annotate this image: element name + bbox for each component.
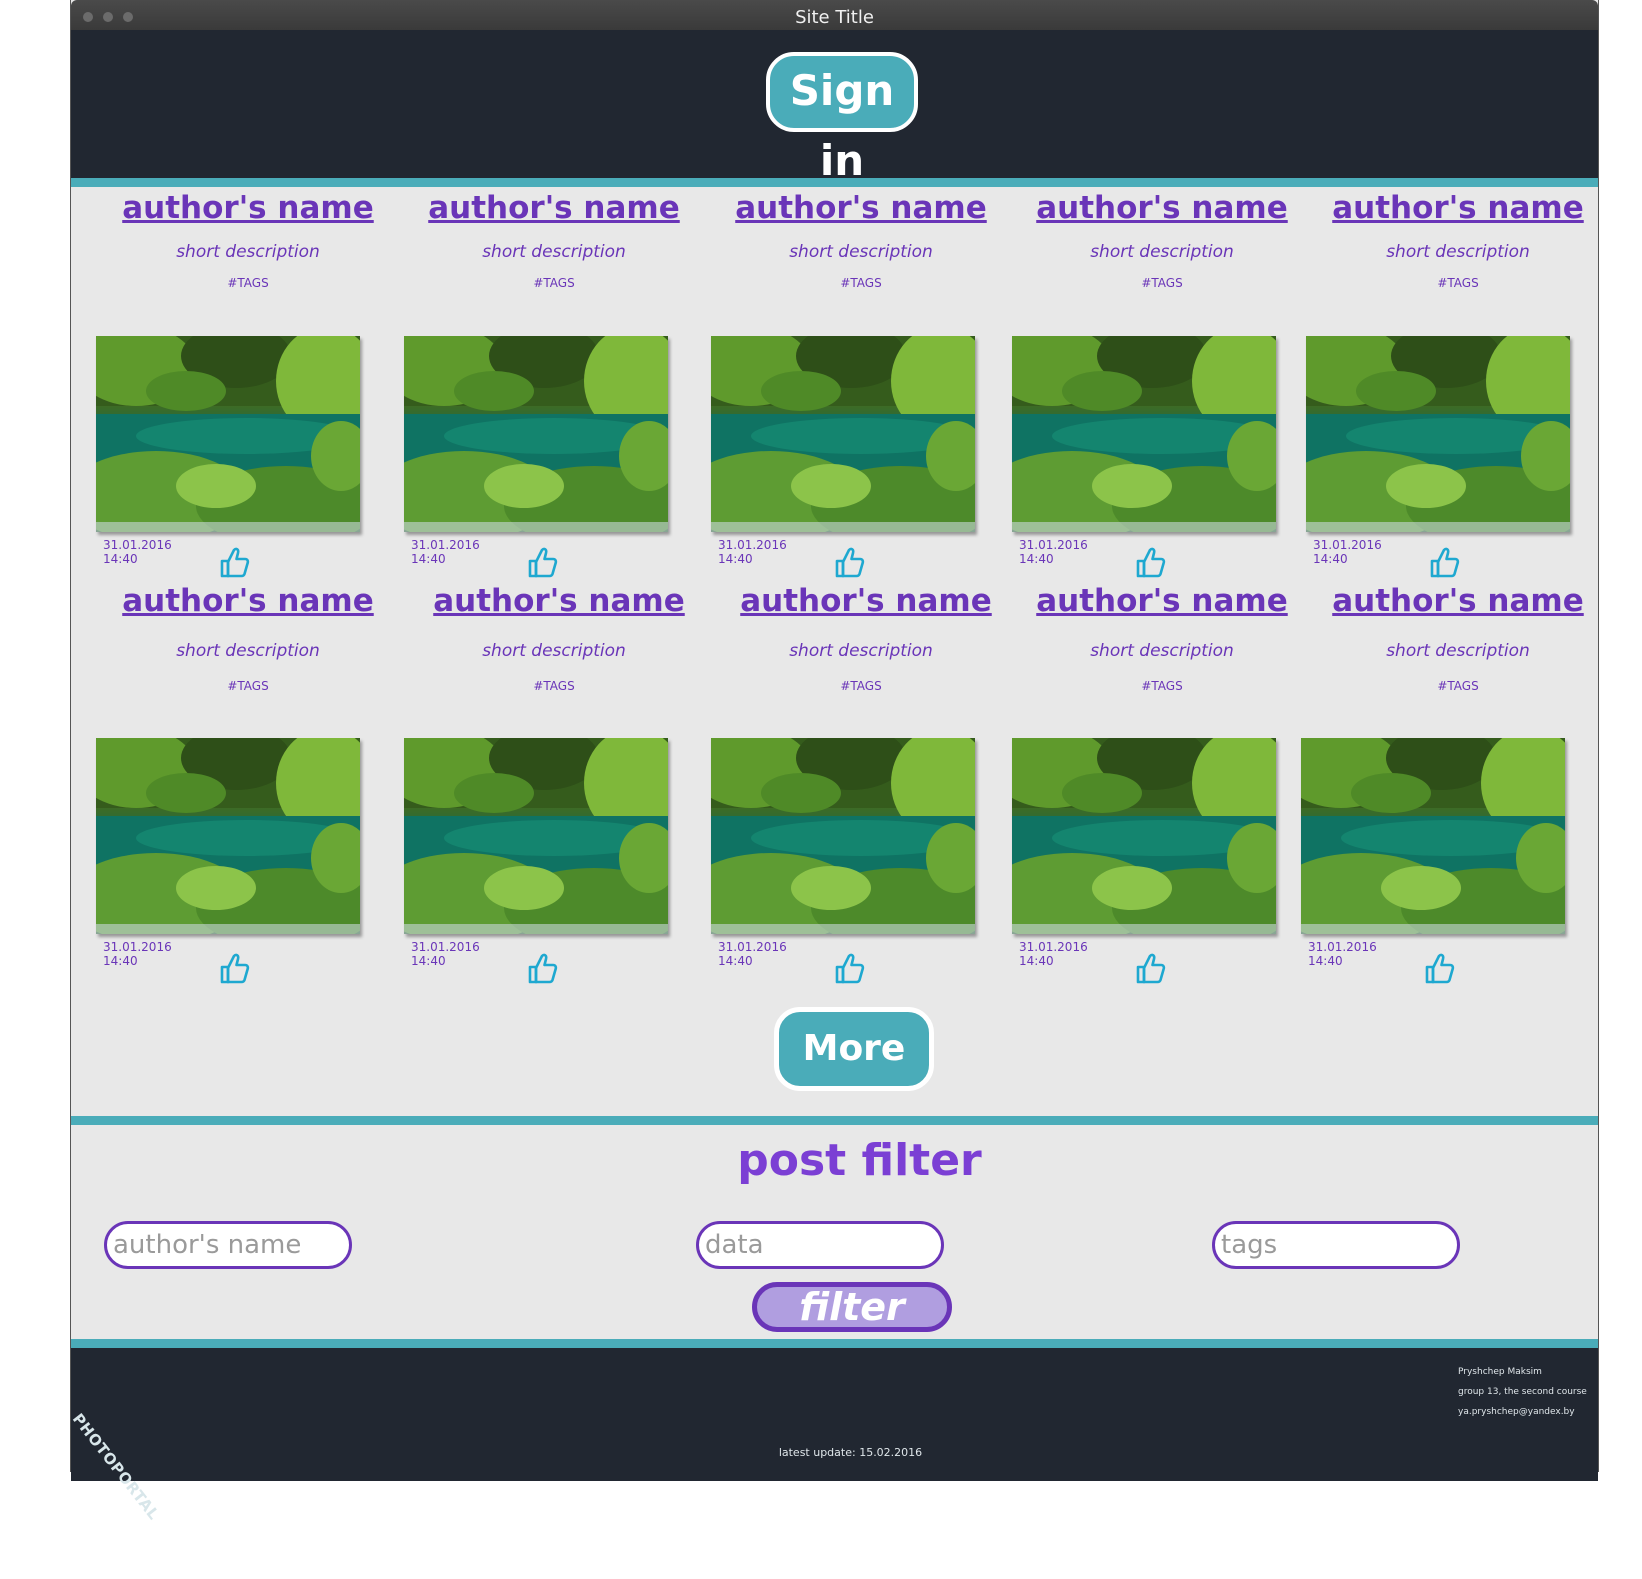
post-date: 31.01.2016 (1308, 940, 1377, 954)
post-time: 14:40 (103, 552, 138, 566)
post-datetime: 31.01.2016 14:40 (1019, 940, 1088, 968)
post-photo[interactable] (374, 324, 684, 546)
post-date: 31.01.2016 (1313, 538, 1382, 552)
post-photo[interactable] (982, 726, 1292, 948)
post-tags: #TAGS (227, 679, 269, 693)
post-tags: #TAGS (533, 276, 575, 290)
post-datetime: 31.01.2016 14:40 (718, 940, 787, 968)
post-tags: #TAGS (840, 679, 882, 693)
thumbs-up-icon[interactable] (1134, 546, 1166, 580)
author-name-link[interactable]: author's name (409, 583, 709, 619)
photoportal-logo: PHOTOPORTAL (68, 1410, 163, 1524)
post-photo[interactable] (66, 324, 376, 546)
thumbs-up-icon[interactable] (833, 546, 865, 580)
title-bar: Site Title (71, 0, 1598, 30)
author-name-link[interactable]: author's name (98, 583, 398, 619)
short-description: short description (789, 641, 933, 661)
thumbs-up-icon[interactable] (218, 546, 250, 580)
post-filter-section: post filter filter (71, 1116, 1598, 1348)
post-tags: #TAGS (1141, 679, 1183, 693)
short-description: short description (482, 641, 626, 661)
post-time: 14:40 (1308, 954, 1343, 968)
post-time: 14:40 (411, 954, 446, 968)
post-datetime: 31.01.2016 14:40 (1313, 538, 1382, 566)
short-description: short description (176, 641, 320, 661)
contact-name: Pryshchep Maksim (1458, 1367, 1542, 1377)
author-name-link[interactable]: author's name (716, 583, 1016, 619)
data-filter-input[interactable] (696, 1221, 944, 1269)
short-description: short description (1090, 641, 1234, 661)
thumbs-up-icon[interactable] (1423, 952, 1455, 986)
post-date: 31.01.2016 (1019, 538, 1088, 552)
tags-filter-input[interactable] (1212, 1221, 1460, 1269)
post-date: 31.01.2016 (411, 538, 480, 552)
post-datetime: 31.01.2016 14:40 (411, 940, 480, 968)
post-photo[interactable] (681, 324, 991, 546)
site-header: Sign in (71, 30, 1598, 187)
thumbs-up-icon[interactable] (526, 952, 558, 986)
post-photo[interactable] (374, 726, 684, 948)
latest-update: latest update: 15.02.2016 (778, 1446, 923, 1459)
post-photo[interactable] (681, 726, 991, 948)
post-photo[interactable] (1271, 726, 1581, 948)
post-tags: #TAGS (1437, 276, 1479, 290)
post-datetime: 31.01.2016 14:40 (1019, 538, 1088, 566)
post-tags: #TAGS (1141, 276, 1183, 290)
author-name-link[interactable]: author's name (1308, 583, 1608, 619)
more-button[interactable]: More (774, 1007, 934, 1091)
author-name-link[interactable]: author's name (711, 190, 1011, 226)
short-description: short description (482, 242, 626, 262)
post-datetime: 31.01.2016 14:40 (1308, 940, 1377, 968)
contact-info: Pryshchep Maksim group 13, the second co… (1458, 1362, 1587, 1422)
post-datetime: 31.01.2016 14:40 (718, 538, 787, 566)
post-tags: #TAGS (533, 679, 575, 693)
post-date: 31.01.2016 (411, 940, 480, 954)
thumbs-up-icon[interactable] (1428, 546, 1460, 580)
post-time: 14:40 (1313, 552, 1348, 566)
post-datetime: 31.01.2016 14:40 (411, 538, 480, 566)
post-datetime: 31.01.2016 14:40 (103, 538, 172, 566)
thumbs-up-icon[interactable] (218, 952, 250, 986)
post-time: 14:40 (718, 552, 753, 566)
short-description: short description (1090, 242, 1234, 262)
post-photo[interactable] (66, 726, 376, 948)
author-name-link[interactable]: author's name (1012, 583, 1312, 619)
short-description: short description (1386, 641, 1530, 661)
filter-title: post filter (737, 1135, 982, 1186)
author-filter-input[interactable] (104, 1221, 352, 1269)
post-photo[interactable] (1276, 324, 1586, 546)
post-date: 31.01.2016 (718, 538, 787, 552)
filter-button[interactable]: filter (752, 1282, 952, 1332)
post-photo[interactable] (982, 324, 1292, 546)
short-description: short description (789, 242, 933, 262)
short-description: short description (176, 242, 320, 262)
post-time: 14:40 (1019, 552, 1054, 566)
short-description: short description (1386, 242, 1530, 262)
thumbs-up-icon[interactable] (1134, 952, 1166, 986)
author-name-link[interactable]: author's name (1308, 190, 1608, 226)
post-tags: #TAGS (1437, 679, 1479, 693)
post-tags: #TAGS (227, 276, 269, 290)
contact-group: group 13, the second course (1458, 1387, 1587, 1397)
author-name-link[interactable]: author's name (98, 190, 398, 226)
post-time: 14:40 (718, 954, 753, 968)
author-name-link[interactable]: author's name (1012, 190, 1312, 226)
post-date: 31.01.2016 (718, 940, 787, 954)
contact-email: ya.pryshchep@yandex.by (1458, 1407, 1575, 1417)
post-tags: #TAGS (840, 276, 882, 290)
post-date: 31.01.2016 (1019, 940, 1088, 954)
post-time: 14:40 (103, 954, 138, 968)
post-time: 14:40 (1019, 954, 1054, 968)
browser-window: Site Title Sign in author's name short d… (66, 0, 1599, 1523)
thumbs-up-icon[interactable] (833, 952, 865, 986)
post-time: 14:40 (411, 552, 446, 566)
site-footer: PHOTOPORTAL latest update: 15.02.2016 Pr… (69, 1339, 1598, 1523)
sign-in-button[interactable]: Sign in (766, 52, 918, 185)
post-date: 31.01.2016 (103, 940, 172, 954)
post-datetime: 31.01.2016 14:40 (103, 940, 172, 968)
window-title: Site Title (795, 7, 874, 28)
thumbs-up-icon[interactable] (526, 546, 558, 580)
author-name-link[interactable]: author's name (404, 190, 704, 226)
post-date: 31.01.2016 (103, 538, 172, 552)
